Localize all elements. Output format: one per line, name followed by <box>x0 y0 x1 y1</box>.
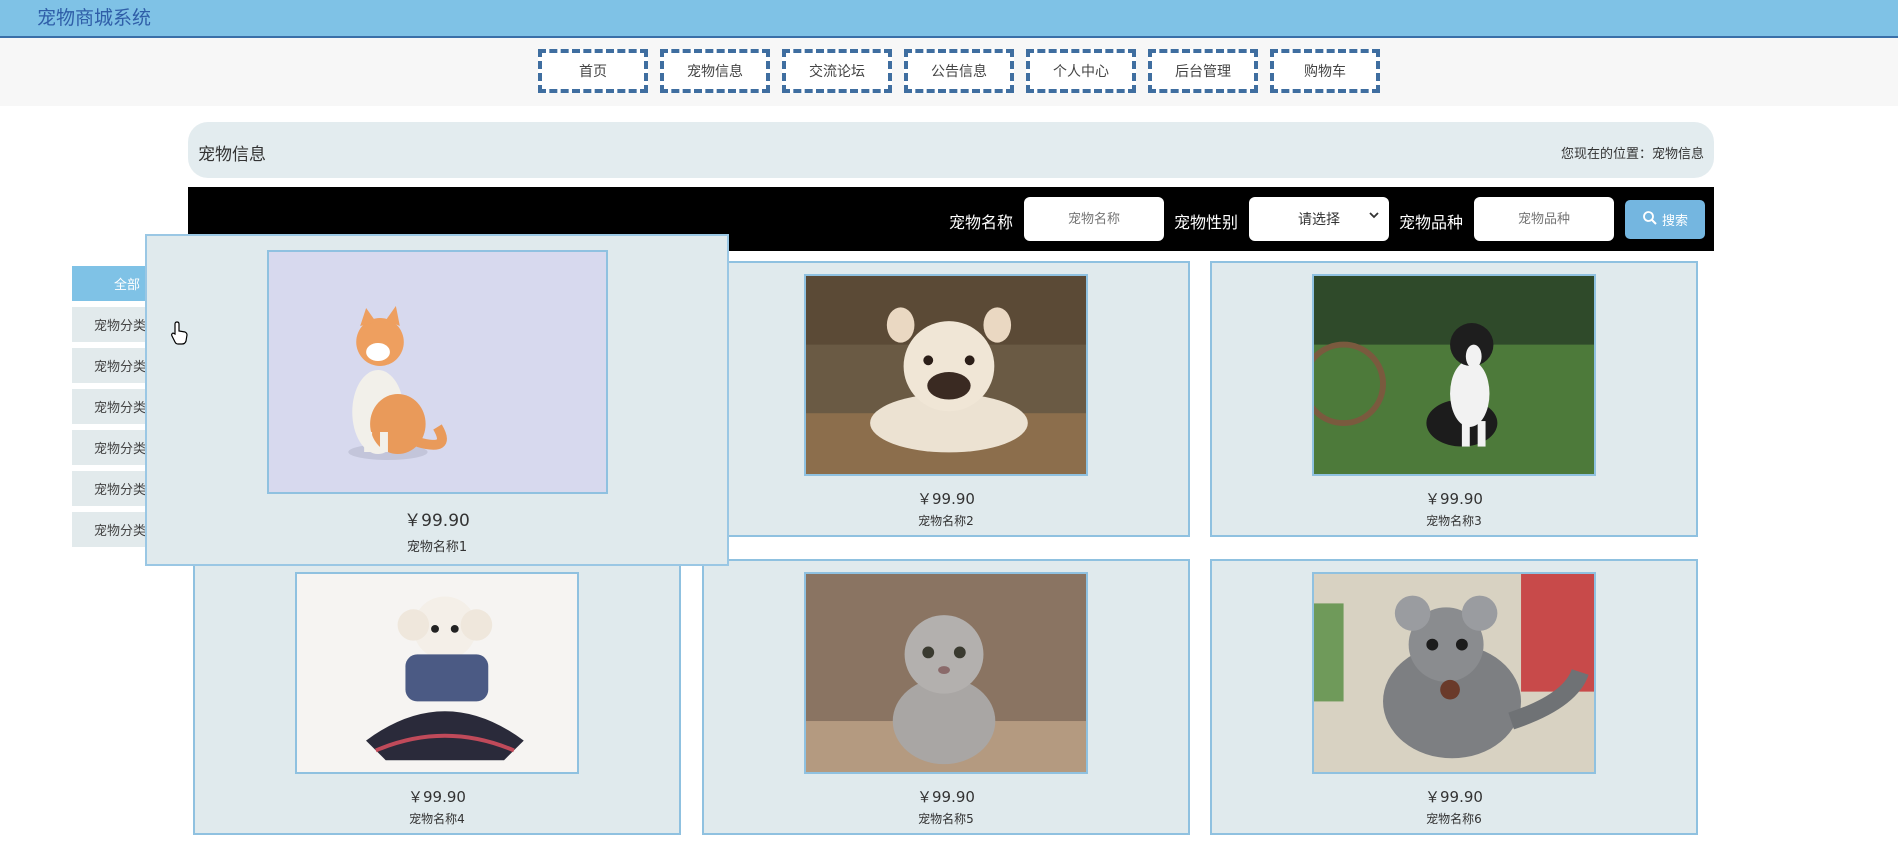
product-card[interactable]: ￥99.90 宠物名称4 <box>193 559 681 835</box>
product-card[interactable]: ￥99.90 宠物名称6 <box>1210 559 1698 835</box>
product-name[interactable]: 宠物名称2 <box>704 512 1188 529</box>
product-image-kitten[interactable] <box>804 572 1088 774</box>
pet-name-input[interactable] <box>1024 197 1164 241</box>
product-card[interactable]: ￥99.90 宠物名称1 <box>145 234 729 566</box>
nav-item-admin[interactable]: 后台管理 <box>1148 49 1258 93</box>
product-name[interactable]: 宠物名称5 <box>704 810 1188 827</box>
product-image-chinchilla[interactable] <box>1312 572 1596 774</box>
top-bar: 宠物商城系统 <box>0 0 1898 38</box>
product-card[interactable]: ￥99.90 宠物名称5 <box>702 559 1190 835</box>
pet-breed-input[interactable] <box>1474 197 1614 241</box>
product-price: ￥99.90 <box>408 788 466 806</box>
pet-gender-label: 宠物性别 <box>1174 213 1239 232</box>
product-price: ￥99.90 <box>1425 788 1483 806</box>
nav-item-pets[interactable]: 宠物信息 <box>660 49 770 93</box>
main-nav: 首页 宠物信息 交流论坛 公告信息 个人中心 后台管理 购物车 <box>538 49 1380 93</box>
product-image-cat[interactable] <box>267 250 608 494</box>
product-name[interactable]: 宠物名称3 <box>1212 512 1696 529</box>
search-button-label: 搜索 <box>1661 214 1688 229</box>
product-card[interactable]: ￥99.90 宠物名称2 <box>702 261 1190 537</box>
product-card[interactable]: ￥99.90 宠物名称3 <box>1210 261 1698 537</box>
search-button[interactable]: 搜索 <box>1625 200 1705 239</box>
chevron-down-icon <box>1369 209 1379 223</box>
product-price: ￥99.90 <box>917 788 975 806</box>
product-price: ￥99.90 <box>917 490 975 508</box>
pet-gender-select[interactable]: 请选择 <box>1249 197 1389 241</box>
nav-item-notice[interactable]: 公告信息 <box>904 49 1014 93</box>
hand-cursor-icon <box>171 321 189 349</box>
site-title: 宠物商城系统 <box>37 7 152 29</box>
product-image-bulldog[interactable] <box>804 274 1088 476</box>
page-header: 宠物信息 您现在的位置：宠物信息 <box>188 122 1714 178</box>
product-name[interactable]: 宠物名称4 <box>195 810 679 827</box>
product-name[interactable]: 宠物名称1 <box>147 536 727 555</box>
product-price: ￥99.90 <box>1425 490 1483 508</box>
pet-name-label: 宠物名称 <box>949 213 1014 232</box>
breadcrumb: 您现在的位置：宠物信息 <box>1560 147 1704 162</box>
pet-gender-value: 请选择 <box>1298 212 1340 228</box>
nav-item-profile[interactable]: 个人中心 <box>1026 49 1136 93</box>
nav-item-forum[interactable]: 交流论坛 <box>782 49 892 93</box>
product-name[interactable]: 宠物名称6 <box>1212 810 1696 827</box>
product-image-collie[interactable] <box>1312 274 1596 476</box>
page-title: 宠物信息 <box>198 145 266 165</box>
product-price: ￥99.90 <box>404 511 470 531</box>
pet-breed-label: 宠物品种 <box>1399 213 1464 232</box>
nav-item-home[interactable]: 首页 <box>538 49 648 93</box>
search-icon <box>1642 210 1658 230</box>
product-image-poodle[interactable] <box>295 572 579 774</box>
nav-item-cart[interactable]: 购物车 <box>1270 49 1380 93</box>
